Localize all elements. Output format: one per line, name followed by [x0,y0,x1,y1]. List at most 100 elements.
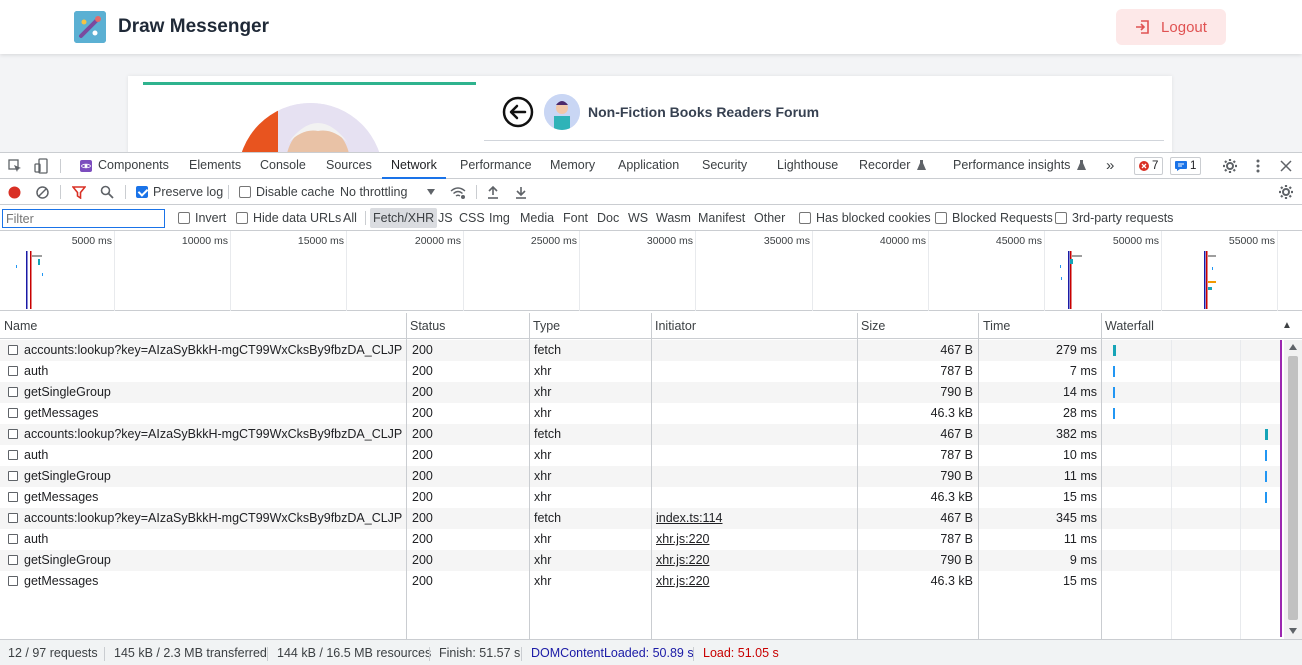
table-row[interactable]: getSingleGroup 200 xhr xhr.js:220 790 B 9 ms [0,550,1280,571]
checkbox-checked[interactable] [136,186,148,198]
tab-performance[interactable]: Performance [460,153,532,179]
request-name: auth [24,532,49,546]
type-filter-font[interactable]: Font [560,208,591,228]
table-row[interactable]: accounts:lookup?key=AIzaSyBkkH-mgCT99WxC… [0,340,1280,361]
table-row[interactable]: getMessages 200 xhr xhr.js:220 46.3 kB 15 ms [0,571,1280,592]
type-filter-media[interactable]: Media [517,208,557,228]
hide-data-urls-checkbox[interactable]: Hide data URLs [236,205,341,231]
table-row[interactable]: getMessages 200 xhr 46.3 kB 28 ms [0,403,1280,424]
type-filter-other[interactable]: Other [751,208,788,228]
scroll-up-icon[interactable] [1289,344,1297,350]
type-filter-wasm[interactable]: Wasm [653,208,694,228]
checkbox[interactable] [178,212,190,224]
request-size: 790 B [940,469,973,483]
request-time: 11 ms [1063,532,1097,546]
table-row[interactable]: getSingleGroup 200 xhr 790 B 14 ms [0,382,1280,403]
load-time: Load: 51.05 s [703,646,779,660]
table-row[interactable]: getSingleGroup 200 xhr 790 B 11 ms [0,466,1280,487]
tab-memory[interactable]: Memory [550,153,595,179]
type-filter-doc[interactable]: Doc [594,208,622,228]
table-row[interactable]: auth 200 xhr 787 B 10 ms [0,445,1280,466]
disable-cache-checkbox[interactable]: Disable cache [239,179,335,205]
table-row[interactable]: auth 200 xhr xhr.js:220 787 B 11 ms [0,529,1280,550]
request-initiator[interactable]: index.ts:114 [656,508,851,529]
checkbox[interactable] [1055,212,1067,224]
throttling-select[interactable]: No throttling [340,179,435,205]
network-conditions-icon[interactable] [450,186,466,199]
type-filter-ws[interactable]: WS [625,208,651,228]
tab-performance-insights[interactable]: Performance insights [953,153,1086,179]
tab-sources[interactable]: Sources [326,153,372,179]
request-initiator[interactable]: xhr.js:220 [656,529,851,550]
tab-network[interactable]: Network [382,153,446,179]
column-header-time[interactable]: Time [979,313,1010,339]
table-row[interactable]: accounts:lookup?key=AIzaSyBkkH-mgCT99WxC… [0,508,1280,529]
type-filter-all[interactable]: All [340,208,360,228]
type-filter-css[interactable]: CSS [456,208,488,228]
type-filter-fetch-xhr[interactable]: Fetch/XHR [370,208,438,228]
scrollbar-thumb[interactable] [1288,356,1298,620]
initiator-link[interactable]: xhr.js:220 [656,574,710,588]
tab-recorder[interactable]: Recorder [859,153,926,179]
checkbox[interactable] [799,212,811,224]
request-initiator[interactable]: xhr.js:220 [656,571,851,592]
network-overview-timeline[interactable]: 5000 ms 10000 ms 15000 ms 20000 ms 25000… [0,231,1302,311]
filter-icon[interactable] [72,186,86,199]
tab-lighthouse[interactable]: Lighthouse [777,153,838,179]
network-settings-gear-icon[interactable] [1278,184,1294,200]
table-row[interactable]: accounts:lookup?key=AIzaSyBkkH-mgCT99WxC… [0,424,1280,445]
tab-console[interactable]: Console [260,153,306,179]
tab-application[interactable]: Application [618,153,679,179]
column-header-size[interactable]: Size [857,313,885,339]
initiator-link[interactable]: xhr.js:220 [656,553,710,567]
message-count-badge[interactable]: 1 [1170,157,1202,175]
type-filter-manifest[interactable]: Manifest [695,208,748,228]
table-scrollbar[interactable] [1284,340,1302,639]
request-type: xhr [534,490,552,504]
logout-button[interactable]: Logout [1116,9,1226,45]
request-time: 382 ms [1056,427,1097,441]
search-icon[interactable] [100,185,114,199]
request-type: fetch [534,511,562,525]
column-header-waterfall[interactable]: Waterfall [1101,313,1154,339]
checkbox[interactable] [935,212,947,224]
scroll-down-icon[interactable] [1289,628,1297,634]
table-row[interactable]: getMessages 200 xhr 46.3 kB 15 ms [0,487,1280,508]
back-arrow-icon[interactable] [502,96,534,128]
column-header-initiator[interactable]: Initiator [651,313,696,339]
settings-gear-icon[interactable] [1222,158,1238,174]
initiator-link[interactable]: xhr.js:220 [656,532,710,546]
checkbox[interactable] [236,212,248,224]
device-toolbar-icon[interactable] [34,158,48,174]
more-tabs-button[interactable]: » [1106,153,1114,179]
third-party-checkbox[interactable]: 3rd-party requests [1055,205,1173,231]
preserve-log-checkbox[interactable]: Preserve log [136,179,223,205]
column-header-status[interactable]: Status [406,313,445,339]
initiator-link[interactable]: index.ts:114 [656,511,722,525]
close-icon[interactable] [1280,160,1292,172]
column-header-name[interactable]: Name [0,313,37,339]
error-count-badge[interactable]: 7 [1134,157,1164,175]
has-blocked-cookies-checkbox[interactable]: Has blocked cookies [799,205,931,231]
more-options-icon[interactable] [1254,158,1262,174]
tab-components[interactable]: Components [98,153,169,179]
tab-security[interactable]: Security [702,153,747,179]
blocked-requests-checkbox[interactable]: Blocked Requests [935,205,1053,231]
request-type: xhr [534,385,552,399]
type-filter-js[interactable]: JS [435,208,456,228]
sort-ascending-icon[interactable]: ▲ [1278,313,1292,339]
type-filter-img[interactable]: Img [486,208,513,228]
tab-elements[interactable]: Elements [189,153,241,179]
invert-checkbox[interactable]: Invert [178,205,226,231]
column-header-type[interactable]: Type [529,313,560,339]
timeline-mid-requests [1060,251,1082,309]
table-row[interactable]: auth 200 xhr 787 B 7 ms [0,361,1280,382]
export-har-icon[interactable] [515,185,527,199]
import-har-icon[interactable] [487,185,499,199]
record-icon[interactable] [8,186,21,199]
inspect-element-icon[interactable] [8,159,22,173]
clear-icon[interactable] [36,186,49,199]
request-initiator[interactable]: xhr.js:220 [656,550,851,571]
checkbox[interactable] [239,186,251,198]
filter-input[interactable] [2,209,165,228]
